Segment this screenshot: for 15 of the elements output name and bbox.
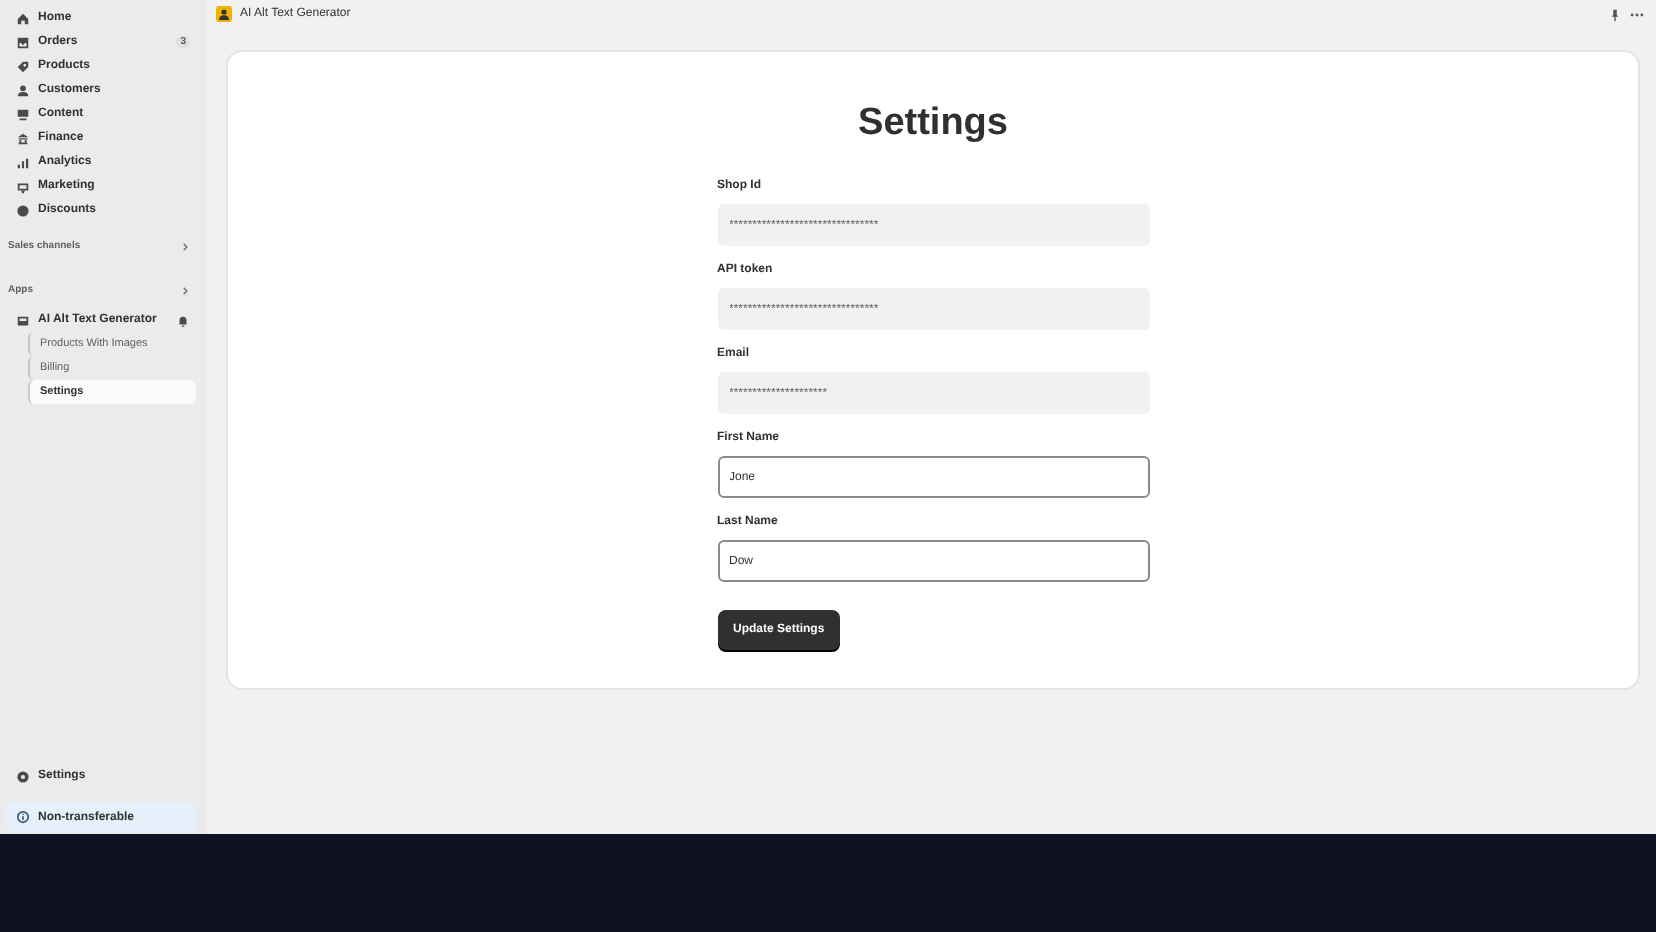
pin-icon[interactable] — [1608, 7, 1622, 21]
home-icon — [16, 11, 30, 25]
bar-chart-icon — [16, 155, 30, 169]
info-icon — [16, 810, 30, 824]
chevron-icon — [180, 285, 190, 295]
page-title: Settings — [858, 102, 1008, 146]
person-icon — [16, 83, 30, 97]
chevron-icon — [180, 241, 190, 251]
app-icon — [16, 313, 30, 327]
bank-icon — [16, 131, 30, 145]
bell-icon — [176, 313, 190, 327]
inbox-icon — [16, 35, 30, 49]
tag-icon — [16, 59, 30, 73]
app-logo-icon — [216, 6, 232, 22]
settings-icon — [16, 769, 30, 783]
